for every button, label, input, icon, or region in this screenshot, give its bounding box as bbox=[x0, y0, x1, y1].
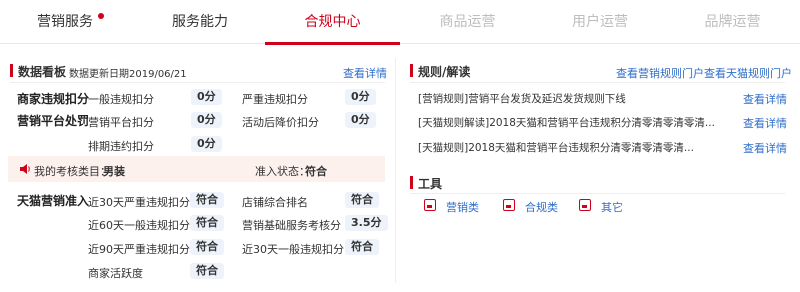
row2-right-label: 营销基础服务考核分 bbox=[242, 219, 341, 232]
row4-left-label: 商家活跃度 bbox=[88, 267, 143, 280]
section-marker bbox=[10, 64, 13, 77]
other-tool-icon bbox=[579, 199, 591, 211]
active-tab-indicator bbox=[265, 42, 400, 45]
rule-item[interactable]: [天猫规则解读]2018天猫和营销平台违规积分清零清零清零清... bbox=[418, 115, 715, 130]
compliance-tool-icon bbox=[503, 199, 515, 211]
dashboard-view-detail-link[interactable]: 查看详情 bbox=[343, 65, 387, 81]
price-drop-deduction-label: 活动后降价扣分 bbox=[242, 116, 319, 129]
tab-marketing-service[interactable]: 营销服务 bbox=[0, 0, 130, 44]
price-drop-deduction-value: 0分 bbox=[345, 112, 376, 128]
row1-left-value: 符合 bbox=[190, 192, 224, 208]
header-divider bbox=[410, 193, 785, 194]
marketing-rules-portal-link[interactable]: 查看营销规则门户 bbox=[616, 65, 704, 81]
serious-violation-label: 严重违规扣分 bbox=[242, 93, 308, 106]
row3-right-value: 符合 bbox=[345, 239, 379, 255]
row2-left-value: 符合 bbox=[190, 215, 224, 231]
tab-service-capability[interactable]: 服务能力 bbox=[135, 0, 265, 44]
schedule-breach-value: 0分 bbox=[191, 136, 222, 152]
header-divider bbox=[410, 82, 785, 83]
speaker-icon bbox=[20, 164, 30, 174]
header-divider bbox=[10, 82, 385, 83]
schedule-breach-label: 排期违约扣分 bbox=[88, 140, 154, 153]
tool-other[interactable]: 其它 bbox=[601, 199, 623, 215]
platform-deduction-value: 0分 bbox=[191, 112, 222, 128]
tool-compliance[interactable]: 合规类 bbox=[525, 199, 558, 215]
tool-marketing[interactable]: 营销类 bbox=[446, 199, 479, 215]
marketing-tool-icon bbox=[424, 199, 436, 211]
assessment-category-value: 男装 bbox=[103, 165, 125, 178]
platform-penalty-label: 营销平台处罚 bbox=[17, 114, 90, 128]
serious-violation-value: 0分 bbox=[345, 89, 376, 105]
row1-right-value: 符合 bbox=[345, 192, 379, 208]
rule-view-detail-link[interactable]: 查看详情 bbox=[743, 91, 787, 107]
tmall-admission-label: 天猫营销准入 bbox=[17, 194, 90, 208]
rule-view-detail-link[interactable]: 查看详情 bbox=[743, 140, 787, 156]
row3-left-value: 符合 bbox=[190, 239, 224, 255]
admission-status-label: 准入状态： bbox=[255, 165, 310, 178]
rules-title: 规则/解读 bbox=[418, 65, 471, 79]
row1-right-label: 店铺综合排名 bbox=[242, 196, 308, 209]
rule-item[interactable]: [天猫规则]2018天猫和营销平台违规积分清零清零清零清... bbox=[418, 140, 694, 155]
general-violation-label: 一般违规扣分 bbox=[88, 93, 154, 106]
column-divider bbox=[395, 58, 396, 283]
assessment-category-label: 我的考核类目： bbox=[34, 165, 111, 178]
platform-deduction-label: 营销平台扣分 bbox=[88, 116, 154, 129]
admission-status-value: 符合 bbox=[305, 165, 327, 178]
row3-right-label: 近30天一般违规扣分 bbox=[242, 243, 344, 256]
row4-left-value: 符合 bbox=[190, 263, 224, 279]
tab-compliance-center[interactable]: 合规中心 bbox=[265, 0, 400, 44]
rule-item[interactable]: [营销规则]营销平台发货及延迟发货规则下线 bbox=[418, 91, 626, 106]
tab-product-operations[interactable]: 商品运营 bbox=[400, 0, 535, 44]
row2-right-value: 3.5分 bbox=[345, 215, 388, 231]
data-update-date: 数据更新日期2019/06/21 bbox=[69, 69, 187, 80]
tab-user-operations[interactable]: 用户运营 bbox=[535, 0, 665, 44]
tmall-rules-portal-link[interactable]: 查看天猫规则门户 bbox=[704, 65, 792, 81]
row1-left-label: 近30天严重违规扣分 bbox=[88, 196, 190, 209]
top-nav: 营销服务 服务能力 合规中心 商品运营 用户运营 品牌运营 bbox=[0, 0, 800, 45]
merchant-penalty-label: 商家违规扣分 bbox=[17, 92, 90, 106]
tools-title: 工具 bbox=[418, 177, 443, 191]
general-violation-value: 0分 bbox=[191, 89, 222, 105]
rule-view-detail-link[interactable]: 查看详情 bbox=[743, 115, 787, 131]
notification-dot bbox=[98, 13, 104, 19]
row3-left-label: 近90天严重违规扣分 bbox=[88, 243, 190, 256]
dashboard-title: 数据看板 bbox=[18, 65, 67, 79]
section-marker bbox=[410, 64, 413, 77]
row2-left-label: 近60天一般违规扣分 bbox=[88, 219, 190, 232]
section-marker bbox=[410, 176, 413, 189]
tab-brand-operations[interactable]: 品牌运营 bbox=[665, 0, 800, 44]
